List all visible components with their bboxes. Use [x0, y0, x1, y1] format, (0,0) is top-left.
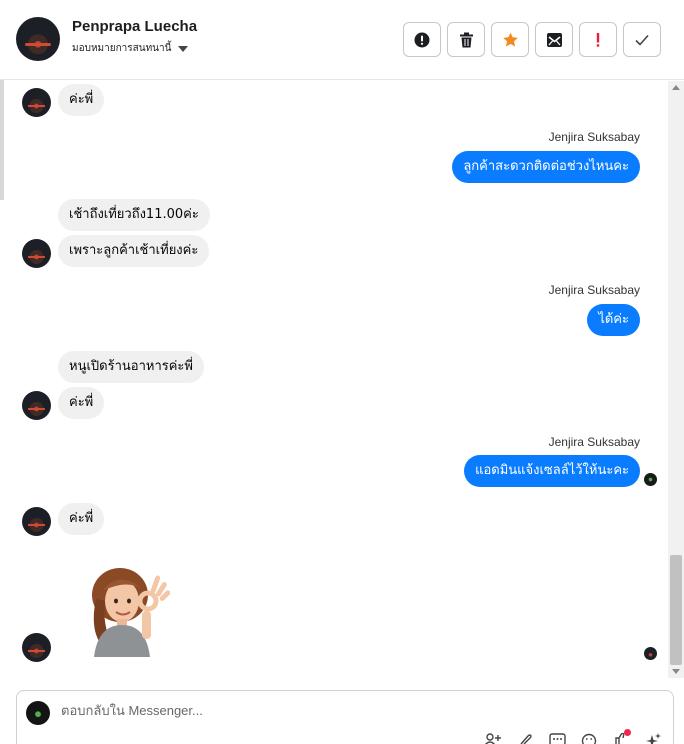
- done-icon: [635, 34, 649, 46]
- add-person-icon: [484, 733, 501, 744]
- seen-indicator-avatar: [644, 647, 657, 660]
- saved-replies-button[interactable]: [547, 733, 567, 744]
- star-icon: [502, 32, 518, 46]
- assign-label: มอบหมายการสนทนานี้: [72, 43, 172, 54]
- composer-toolbar: [483, 729, 663, 744]
- important-icon: [596, 32, 600, 47]
- notification-dot: [624, 729, 631, 736]
- ai-assist-button[interactable]: [643, 733, 663, 744]
- contact-avatar[interactable]: [16, 17, 60, 61]
- inbox-conversation-panel: Penprapa Luecha มอบหมายการสนทนานี้ ค่ะพี…: [0, 0, 684, 744]
- scrollbar-thumb[interactable]: [670, 555, 682, 665]
- contact-avatar-small[interactable]: [22, 391, 51, 420]
- scroll-up-arrow-icon[interactable]: [672, 85, 680, 90]
- contact-avatar-small[interactable]: [22, 88, 51, 117]
- attach-button[interactable]: [515, 733, 535, 744]
- contact-avatar-small[interactable]: [22, 633, 51, 662]
- add-person-button[interactable]: [483, 733, 503, 744]
- outgoing-message[interactable]: ได้ค่ะ: [587, 304, 640, 336]
- important-button[interactable]: [579, 22, 617, 57]
- smiley-icon: [581, 733, 597, 744]
- delete-button[interactable]: [447, 22, 485, 57]
- incoming-message[interactable]: เช้าถึงเที่ยวถึง11.00ค่ะ: [58, 199, 210, 231]
- trash-icon: [459, 32, 473, 47]
- incoming-message[interactable]: ค่ะพี่: [58, 84, 105, 116]
- sender-name: Jenjira Suksabay: [548, 435, 640, 449]
- reply-composer: [16, 690, 674, 744]
- star-button[interactable]: [491, 22, 529, 57]
- incoming-message[interactable]: หนูเปิดร้านอาหารค่ะพี่: [58, 351, 204, 383]
- assign-conversation-dropdown[interactable]: มอบหมายการสนทนานี้: [72, 41, 189, 56]
- page-avatar: [26, 701, 50, 725]
- mark-unread-icon: [546, 32, 562, 47]
- scroll-down-arrow-icon[interactable]: [672, 669, 680, 674]
- emoji-button[interactable]: [579, 733, 599, 744]
- saved-replies-icon: [548, 733, 566, 744]
- paperclip-icon: [520, 734, 532, 744]
- sender-name: Jenjira Suksabay: [548, 130, 640, 144]
- header-actions: [403, 22, 661, 57]
- sparkle-icon: [646, 733, 661, 744]
- thumbs-up-button[interactable]: [611, 729, 631, 744]
- ok-hand-avatar-sticker[interactable]: [80, 565, 170, 657]
- message-thread[interactable]: ค่ะพี่ Jenjira Suksabay ลูกค้าสะดวกติดต่…: [4, 81, 668, 678]
- reply-input[interactable]: [61, 703, 511, 718]
- done-button[interactable]: [623, 22, 661, 57]
- incoming-message[interactable]: ค่ะพี่: [58, 387, 105, 419]
- outgoing-message[interactable]: ลูกค้าสะดวกติดต่อช่วงไหนคะ: [452, 151, 640, 183]
- report-icon: [414, 32, 430, 47]
- conversation-header: Penprapa Luecha มอบหมายการสนทนานี้: [0, 0, 684, 80]
- thread-scrollbar[interactable]: [668, 81, 684, 678]
- incoming-message[interactable]: เพราะลูกค้าเช้าเที่ยงค่ะ: [58, 235, 210, 267]
- caret-down-icon: [178, 45, 189, 52]
- report-button[interactable]: [403, 22, 441, 57]
- contact-avatar-small[interactable]: [22, 239, 51, 268]
- outgoing-message[interactable]: แอดมินแจ้งเซลล์ไว้ให้นะคะ: [464, 455, 640, 487]
- contact-avatar-small[interactable]: [22, 507, 51, 536]
- seen-indicator-avatar: [644, 473, 657, 486]
- incoming-message[interactable]: ค่ะพี่: [58, 503, 105, 535]
- sender-name: Jenjira Suksabay: [548, 283, 640, 297]
- mark-unread-button[interactable]: [535, 22, 573, 57]
- contact-name[interactable]: Penprapa Luecha: [72, 18, 197, 35]
